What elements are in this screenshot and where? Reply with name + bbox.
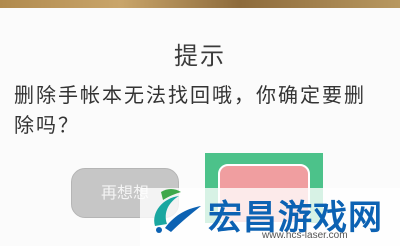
dialog-title: 提示 <box>174 42 226 70</box>
top-background-strip <box>0 0 400 8</box>
watermark-url: www.hcs-laser.com <box>262 230 348 241</box>
watermark-logo-icon <box>154 189 201 233</box>
dialog-message: 删除手帐本无法找回哦，你确定要删除吗？ <box>14 83 366 137</box>
